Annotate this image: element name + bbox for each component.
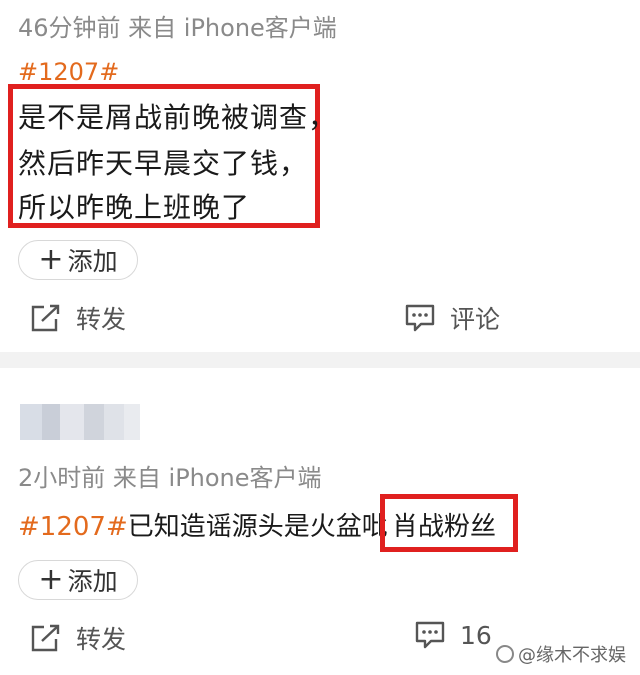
repost-label: 转发 xyxy=(76,305,127,334)
post-meta: 2小时前 来自 iPhone客户端 xyxy=(18,464,322,492)
comment-button[interactable]: 评论 xyxy=(404,300,500,336)
post-divider xyxy=(0,352,640,368)
add-button[interactable]: + 添加 xyxy=(18,560,138,600)
post-text: #1207#已知造谣源头是火盆吡 xyxy=(18,506,388,543)
topic-tag[interactable]: #1207# xyxy=(18,512,128,542)
comment-icon xyxy=(405,304,435,332)
add-button[interactable]: + 添加 xyxy=(18,240,138,280)
add-button-label: 添加 xyxy=(67,567,118,596)
repost-button[interactable]: 转发 xyxy=(30,300,126,336)
post-meta: 46分钟前 来自 iPhone客户端 xyxy=(18,14,337,42)
blurred-username xyxy=(20,404,140,440)
post-text-body: 已知造谣源头是火盆吡 xyxy=(127,512,388,542)
watermark-icon xyxy=(496,645,514,663)
repost-icon xyxy=(31,624,60,652)
post-text-line: 所以昨晚上班晚了 xyxy=(18,191,251,224)
add-button-label: 添加 xyxy=(67,247,118,276)
repost-label: 转发 xyxy=(76,625,127,654)
repost-icon xyxy=(31,304,60,332)
plus-icon: + xyxy=(38,242,64,277)
comment-icon xyxy=(415,621,445,649)
watermark-text: @缘木不求娱 xyxy=(518,645,626,666)
repost-button[interactable]: 转发 xyxy=(30,620,126,656)
plus-icon: + xyxy=(38,562,64,597)
comment-button[interactable]: 16 xyxy=(414,620,492,650)
comment-label: 评论 xyxy=(450,305,501,334)
watermark: @缘木不求娱 xyxy=(496,641,626,667)
post-text-line: 然后昨天早晨交了钱， xyxy=(18,147,309,180)
post-card-1: 46分钟前 来自 iPhone客户端 #1207# 是不是屑战前晚被调查， 然后… xyxy=(0,0,640,352)
highlight-text: 肖战粉丝 xyxy=(392,506,497,543)
topic-tag[interactable]: #1207# xyxy=(18,58,119,86)
post-text-line: 是不是屑战前晚被调查， xyxy=(18,101,338,134)
comment-count: 16 xyxy=(460,620,492,650)
